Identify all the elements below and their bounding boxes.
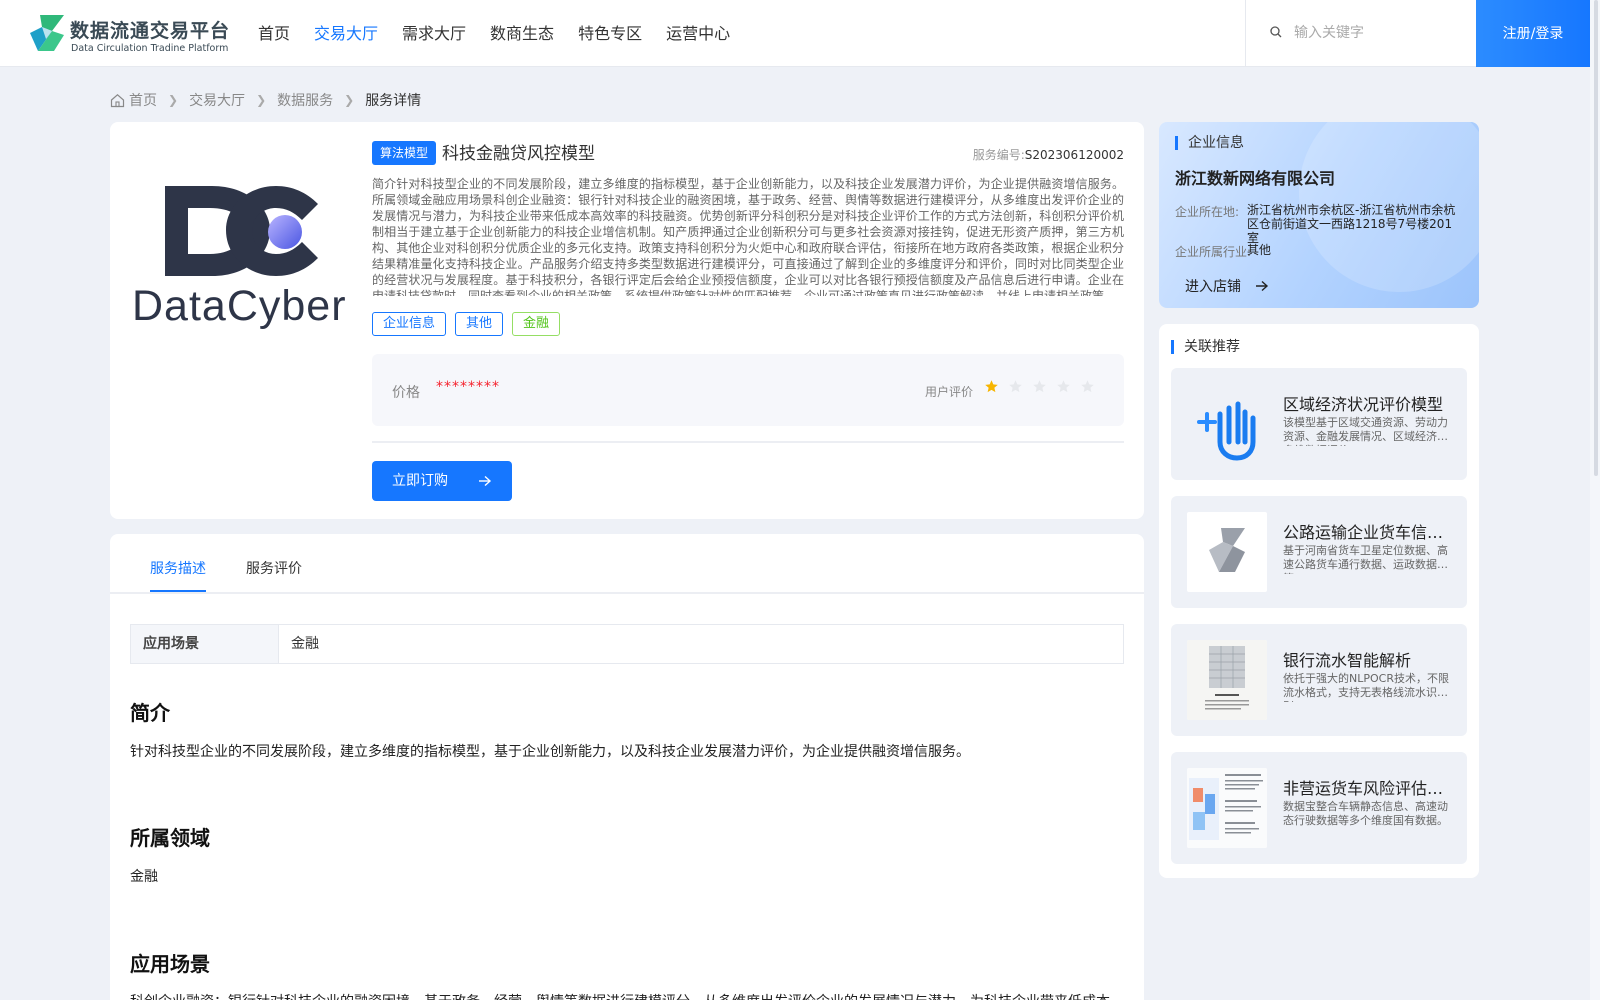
price-label: 价格 <box>392 385 420 401</box>
company-name: 浙江数新网络有限公司 <box>1175 169 1336 188</box>
service-tags: 企业信息 其他 金融 <box>372 312 569 336</box>
arrow-right-icon <box>479 475 492 487</box>
recommend-item[interactable]: 非营运货车风险评估模型 数据宝整合车辆静态信息、高速动态行驶数据等多个维度国有数… <box>1171 752 1467 864</box>
recommend-title: 公路运输企业货车信用评估模型 <box>1283 523 1453 542</box>
service-detail-panel: 服务描述 服务评价 应用场景 金融 简介 针对科技型企业的不同发展阶段，建立多维… <box>110 534 1144 1000</box>
company-industry-label: 企业所属行业: <box>1175 245 1252 259</box>
recommend-title: 区域经济状况评价模型 <box>1283 395 1444 414</box>
recommend-thumbnail <box>1187 384 1267 464</box>
recommend-description: 基于河南省货车卫星定位数据、高速公路货车通行数据、运政数据等。 <box>1283 544 1448 574</box>
price-value: ******** <box>436 379 500 395</box>
recommend-item[interactable]: 区域经济状况评价模型 该模型基于区域交通资源、劳动力资源、金融发展情况、区域经济… <box>1171 368 1467 480</box>
enter-shop-link[interactable]: 进入店铺 <box>1185 276 1269 296</box>
breadcrumb-trading-hall[interactable]: 交易大厅 <box>189 90 245 110</box>
service-number-value: S202306120002 <box>1024 148 1124 162</box>
chevron-right-icon: ❯ <box>256 93 267 107</box>
service-description: 简介针对科技型企业的不同发展阶段，建立多维度的指标模型，基于企业创新能力，以及科… <box>372 177 1124 296</box>
nav-ecosystem[interactable]: 数商生态 <box>490 0 554 67</box>
breadcrumb-home[interactable]: 首页 <box>129 90 157 110</box>
nav-home[interactable]: 首页 <box>258 0 290 67</box>
domain-text: 金融 <box>130 869 158 885</box>
recommend-section-title: 关联推荐 <box>1171 340 1240 354</box>
report-thumbnail <box>1187 768 1267 848</box>
detail-tabs: 服务描述 服务评价 <box>110 534 1144 594</box>
service-summary-card: DataCyber 算法模型 科技金融贷风控模型 服务编号:S202306120… <box>110 122 1144 519</box>
service-number: 服务编号:S202306120002 <box>973 146 1124 163</box>
nav-trading-hall[interactable]: 交易大厅 <box>314 0 378 67</box>
star-empty-icon[interactable] <box>1056 379 1071 394</box>
scene-text: 科创企业融资：银行针对科技企业的融资困境，基于政务、经营、舆情等数据进行建模评分… <box>130 992 1120 1000</box>
tag-other[interactable]: 其他 <box>455 312 504 336</box>
scene-heading: 应用场景 <box>130 952 210 976</box>
price-rating-box: 价格 ******** 用户评价 <box>372 354 1124 426</box>
recommend-title: 银行流水智能解析 <box>1283 651 1412 670</box>
active-tab-indicator <box>150 590 206 592</box>
tab-service-reviews[interactable]: 服务评价 <box>246 558 302 578</box>
star-filled-icon[interactable] <box>984 379 999 394</box>
recommend-item[interactable]: 公路运输企业货车信用评估模型 基于河南省货车卫星定位数据、高速公路货车通行数据、… <box>1171 496 1467 608</box>
recommend-description: 数据宝整合车辆静态信息、高速动态行驶数据等多个维度国有数据。 <box>1283 800 1448 827</box>
scene-table: 应用场景 金融 <box>130 624 1124 664</box>
arrow-right-icon <box>1256 280 1269 292</box>
company-location: 浙江省杭州市余杭区-浙江省杭州市余杭区仓前街道文一西路1218号7号楼201室 <box>1247 203 1456 245</box>
service-type-tag: 算法模型 <box>372 141 437 165</box>
recommend-item[interactable]: 银行流水智能解析 依托于强大的NLPOCR技术，不限流水格式，支持无表格线流水识… <box>1171 624 1467 736</box>
breadcrumb: 首页 ❯ 交易大厅 ❯ 数据服务 ❯ 服务详情 <box>110 90 421 110</box>
breadcrumb-current: 服务详情 <box>365 93 422 109</box>
company-location-label: 企业所在地: <box>1175 205 1240 219</box>
rating-label: 用户评价 <box>925 385 974 399</box>
star-empty-icon[interactable] <box>1008 379 1023 394</box>
search-input[interactable] <box>1294 20 1464 46</box>
intro-text: 针对科技型企业的不同发展阶段，建立多维度的指标模型，基于企业创新能力，以及科技企… <box>130 744 970 760</box>
platform-logo-icon <box>1209 528 1245 572</box>
nav-demand-hall[interactable]: 需求大厅 <box>402 0 466 67</box>
scrollbar-thumb[interactable] <box>1594 0 1598 476</box>
star-empty-icon[interactable] <box>1032 379 1047 394</box>
intro-heading: 简介 <box>130 701 170 725</box>
company-info-card: 企业信息 浙江数新网络有限公司 企业所在地: 浙江省杭州市余杭区-浙江省杭州市余… <box>1159 122 1479 308</box>
tag-enterprise-info[interactable]: 企业信息 <box>372 312 447 336</box>
company-industry: 其他 <box>1247 243 1272 257</box>
logo-subtitle: Data Circulation Tradine Platform <box>71 43 229 54</box>
scene-table-value: 金融 <box>291 636 319 652</box>
service-title: 科技金融贷风控模型 <box>442 144 595 164</box>
search-box <box>1245 0 1477 67</box>
tag-finance[interactable]: 金融 <box>512 312 561 336</box>
main-nav: 首页 交易大厅 需求大厅 数商生态 特色专区 运营中心 <box>258 0 754 67</box>
chevron-right-icon: ❯ <box>168 93 179 107</box>
rating-stars <box>984 379 1104 394</box>
company-section-title: 企业信息 <box>1175 136 1244 150</box>
service-number-label: 服务编号: <box>972 148 1025 162</box>
recommend-thumbnail <box>1187 768 1267 848</box>
recommend-description: 该模型基于区域交通资源、劳动力资源、金融发展情况、区域经济等多维数据评价。 <box>1283 416 1448 446</box>
breadcrumb-data-service[interactable]: 数据服务 <box>277 90 333 110</box>
platform-logo-icon <box>30 15 64 51</box>
star-empty-icon[interactable] <box>1080 379 1095 394</box>
buy-now-label: 立即订购 <box>392 473 448 489</box>
search-icon[interactable] <box>1270 26 1282 38</box>
chevron-right-icon: ❯ <box>344 93 355 107</box>
document-thumbnail <box>1187 640 1267 720</box>
domain-heading: 所属领域 <box>130 826 210 850</box>
nav-operations[interactable]: 运营中心 <box>666 0 730 67</box>
platform-logo[interactable]: 数据流通交易平台 Data Circulation Tradine Platfo… <box>28 13 238 57</box>
related-recommendations: 关联推荐 区域经济状况评价模型 该模型基于区域交通资源、劳动力资源、金融发展情况… <box>1159 324 1479 878</box>
buy-now-button[interactable]: 立即订购 <box>372 461 512 501</box>
logo-title: 数据流通交易平台 <box>70 20 231 42</box>
recommend-description: 依托于强大的NLPOCR技术，不限流水格式，支持无表格线流水识别。 <box>1283 672 1449 702</box>
tab-service-description[interactable]: 服务描述 <box>150 558 206 578</box>
hand-icon <box>1197 401 1256 461</box>
datacyber-logo-text: DataCyber <box>132 282 347 330</box>
recommend-thumbnail <box>1187 512 1267 592</box>
scene-table-key: 应用场景 <box>131 625 279 663</box>
home-icon <box>110 93 125 107</box>
recommend-title: 非营运货车风险评估模型 <box>1283 779 1453 798</box>
login-register-button[interactable]: 注册/登录 <box>1476 0 1590 67</box>
divider <box>372 441 1124 443</box>
enter-shop-label: 进入店铺 <box>1185 279 1241 295</box>
nav-featured[interactable]: 特色专区 <box>578 0 642 67</box>
top-header: 数据流通交易平台 Data Circulation Tradine Platfo… <box>0 0 1600 67</box>
recommend-thumbnail <box>1187 640 1267 720</box>
